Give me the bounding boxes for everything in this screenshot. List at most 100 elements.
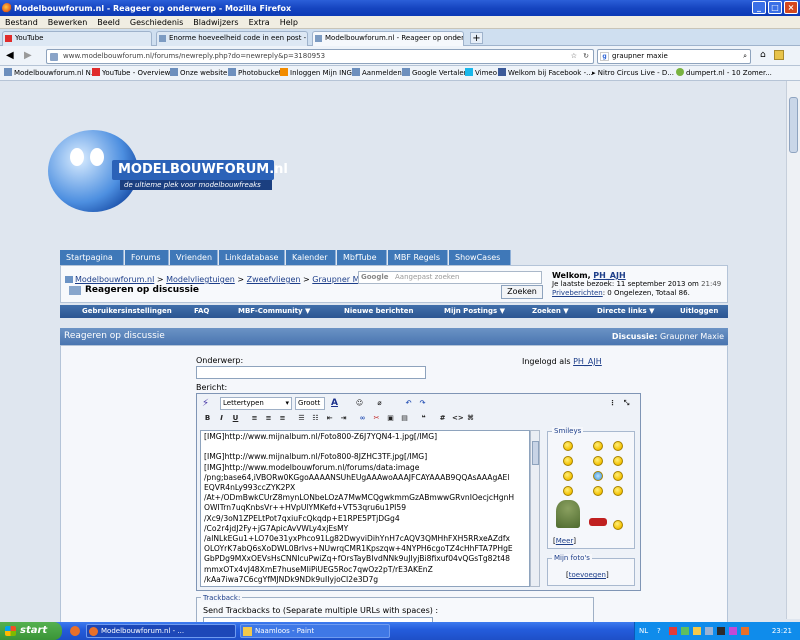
star-icon[interactable]: ☆ <box>571 50 577 63</box>
bookmark-item[interactable]: Aanmelden <box>352 68 402 79</box>
menu-item-file[interactable]: Bestand <box>0 16 43 29</box>
html-code-icon[interactable]: <> <box>452 414 464 423</box>
align-left-icon[interactable]: ≡ <box>250 414 259 423</box>
bookmark-item[interactable]: YouTube - Overview <box>92 68 170 79</box>
breadcrumb-item[interactable]: Modelvliegtuigen <box>166 275 235 284</box>
font-select[interactable]: Lettertypen ▾ <box>220 397 292 410</box>
redo-icon[interactable]: ↷ <box>418 399 427 408</box>
subnav-directe-links[interactable]: Directe links ▼ <box>597 305 655 318</box>
bookmark-item[interactable]: Modelbouwforum.nl N... <box>4 68 98 79</box>
italic-icon[interactable]: I <box>217 414 226 423</box>
close-icon[interactable]: × <box>784 1 798 14</box>
resize-icon[interactable]: ⤡ <box>622 399 631 408</box>
more-options-icon[interactable]: ⋮ <box>608 399 617 408</box>
smiley-icon[interactable] <box>593 486 603 496</box>
tray-app-icon[interactable] <box>729 627 737 635</box>
photos-add-link[interactable]: toevoegen <box>569 571 606 579</box>
outdent-icon[interactable]: ⇤ <box>325 414 334 423</box>
attach-icon[interactable]: ⌀ <box>375 399 384 408</box>
tray-security-icon[interactable] <box>693 627 701 635</box>
search-input[interactable]: g graupner maxie ⌕ <box>597 49 751 64</box>
language-indicator[interactable]: NL <box>639 622 648 640</box>
soldier-smiley-icon[interactable] <box>556 500 580 528</box>
taskbar-item-paint[interactable]: Naamloos - Paint <box>240 624 390 638</box>
tray-app-icon[interactable] <box>717 627 725 635</box>
start-button[interactable]: start <box>0 622 62 640</box>
breadcrumb-item[interactable]: Zweefvliegen <box>247 275 301 284</box>
subnav-nieuwe-berichten[interactable]: Nieuwe berichten <box>344 305 413 318</box>
subnav-mijn-postings[interactable]: Mijn Postings ▼ <box>444 305 505 318</box>
smiley-menu-icon[interactable]: ☺ <box>355 399 364 408</box>
bold-icon[interactable]: B <box>203 414 212 423</box>
nav-tab-mbf-regels[interactable]: MBF Regels <box>388 250 448 265</box>
video-icon[interactable]: ▤ <box>400 414 409 423</box>
text-color-icon[interactable]: A <box>330 399 339 408</box>
smiley-icon[interactable] <box>613 486 623 496</box>
google-search-button[interactable]: Zoeken <box>501 285 543 299</box>
minimize-icon[interactable]: _ <box>752 1 766 14</box>
nav-tab-forums[interactable]: Forums <box>125 250 169 265</box>
bookmark-item[interactable]: Vimeo <box>465 68 497 79</box>
smiley-icon[interactable] <box>613 471 623 481</box>
breadcrumb-item[interactable]: Modelbouwforum.nl <box>75 275 154 284</box>
underline-icon[interactable]: U <box>231 414 240 423</box>
smiley-icon[interactable] <box>563 456 573 466</box>
code-hash-icon[interactable]: # <box>438 414 447 423</box>
home-icon[interactable]: ⌂ <box>760 50 766 60</box>
maximize-icon[interactable]: □ <box>768 1 782 14</box>
nav-tab-showcases[interactable]: ShowCases <box>449 250 511 265</box>
bookmark-item[interactable]: Onze website <box>170 68 227 79</box>
tray-app-icon[interactable] <box>669 627 677 635</box>
nav-tab-mbftube[interactable]: MbfTube <box>337 250 387 265</box>
subnav-faq[interactable]: FAQ <box>194 305 209 318</box>
bookmark-item[interactable]: ▸ Nitro Circus Live - D... <box>592 68 674 79</box>
smiley-icon[interactable] <box>613 520 623 530</box>
message-textarea[interactable]: [IMG]http://www.mijnalbum.nl/Foto800-Z6J… <box>200 430 530 587</box>
subnav-uitloggen[interactable]: Uitloggen <box>680 305 718 318</box>
size-select[interactable]: Groott <box>295 397 325 410</box>
scroll-thumb[interactable] <box>789 97 798 153</box>
reload-icon[interactable]: ↻ <box>583 50 589 63</box>
smileys-more-link[interactable]: Meer <box>556 537 574 545</box>
menu-item-history[interactable]: Geschiedenis <box>125 16 188 29</box>
smiley-icon[interactable] <box>589 518 607 526</box>
smiley-icon[interactable] <box>563 471 573 481</box>
pm-link[interactable]: Priveberichten <box>552 289 603 297</box>
new-tab-icon[interactable]: + <box>470 32 483 44</box>
subject-input[interactable] <box>196 366 426 379</box>
home-icon[interactable] <box>65 276 73 283</box>
taskbar-item-firefox[interactable]: Modelbouwforum.nl - ... <box>86 624 236 638</box>
smiley-icon[interactable] <box>593 456 603 466</box>
page-scrollbar[interactable] <box>786 81 800 619</box>
bookmark-item[interactable]: Welkom bij Facebook -... <box>498 68 593 79</box>
menu-item-edit[interactable]: Bewerken <box>43 16 93 29</box>
forward-icon[interactable]: ▶ <box>24 50 32 61</box>
subnav-mbf-community[interactable]: MBF-Community ▼ <box>238 305 310 318</box>
smiley-icon[interactable] <box>613 456 623 466</box>
tray-network-icon[interactable] <box>681 627 689 635</box>
smiley-icon[interactable] <box>563 441 573 451</box>
menu-item-tools[interactable]: Extra <box>244 16 275 29</box>
undo-icon[interactable]: ↶ <box>404 399 413 408</box>
editor-mode-icon[interactable]: ⚡ <box>202 398 214 410</box>
smiley-icon[interactable] <box>593 441 603 451</box>
link-icon[interactable]: ∞ <box>358 414 367 423</box>
php-code-icon[interactable]: ⌘ <box>466 414 475 423</box>
align-center-icon[interactable]: ≡ <box>264 414 273 423</box>
search-icon[interactable]: ⌕ <box>743 50 747 63</box>
smiley-icon[interactable] <box>563 486 573 496</box>
tab-modelbouwforum[interactable]: Modelbouwforum.nl - Reageer op onder... … <box>312 31 464 46</box>
addon-icon[interactable] <box>774 50 784 60</box>
tab-youtube[interactable]: YouTube <box>2 31 152 46</box>
indent-icon[interactable]: ⇥ <box>339 414 348 423</box>
google-search-input[interactable]: Google Aangepast zoeken <box>358 271 542 284</box>
smiley-icon[interactable] <box>613 441 623 451</box>
unlink-icon[interactable]: ✂ <box>372 414 381 423</box>
tray-app-icon[interactable] <box>741 627 749 635</box>
nav-tab-startpagina[interactable]: Startpagina <box>60 250 124 265</box>
bookmark-item[interactable]: Photobucket <box>228 68 282 79</box>
tab-close-icon[interactable]: × <box>454 32 460 45</box>
bookmark-item[interactable]: dumpert.nl - 10 Zomer... <box>676 68 772 79</box>
bullet-list-icon[interactable]: ☷ <box>311 414 320 423</box>
bookmark-item[interactable]: Inloggen Mijn ING <box>280 68 352 79</box>
